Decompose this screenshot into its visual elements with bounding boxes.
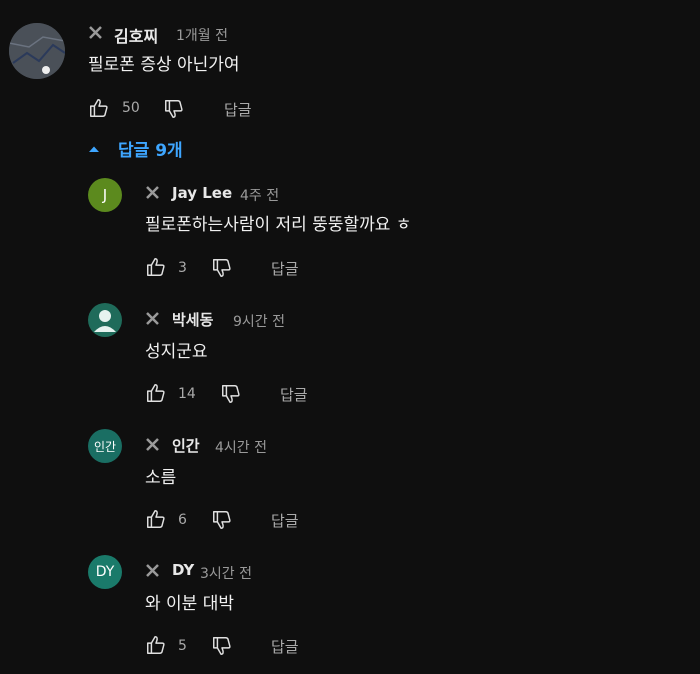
close-icon[interactable] xyxy=(145,437,160,452)
reply-time[interactable]: 4시간 전 xyxy=(215,437,267,457)
avatar[interactable] xyxy=(88,303,122,337)
reply-button[interactable]: 답글 xyxy=(224,99,252,120)
close-icon[interactable] xyxy=(88,25,103,40)
like-count: 14 xyxy=(178,386,196,402)
reply-author[interactable]: DY xyxy=(172,561,194,579)
thumbs-up-icon[interactable] xyxy=(88,97,110,119)
reply-text: 성지군요 xyxy=(145,342,208,362)
thumbs-down-icon[interactable] xyxy=(211,635,233,657)
thumbs-down-icon[interactable] xyxy=(211,257,233,279)
reply-text: 필로폰하는사람이 저리 뚱뚱할까요 ㅎ xyxy=(145,215,412,235)
comment-time[interactable]: 1개월 전 xyxy=(176,25,228,45)
thumbs-up-icon[interactable] xyxy=(145,382,167,404)
like-count: 6 xyxy=(178,512,187,528)
avatar[interactable]: 인간 xyxy=(88,429,122,463)
avatar-initial: 인간 xyxy=(93,439,117,454)
like-count: 3 xyxy=(178,260,187,276)
map-avatar-image xyxy=(9,23,65,79)
thumbs-up-icon[interactable] xyxy=(145,256,167,278)
comment-text: 필로폰 증상 아닌가여 xyxy=(88,55,240,75)
caret-up-icon xyxy=(89,146,99,152)
reply-text: 소름 xyxy=(145,468,177,488)
reply-author[interactable]: Jay Lee xyxy=(172,184,232,202)
thumbs-up-icon[interactable] xyxy=(145,634,167,656)
reply-button[interactable]: 답글 xyxy=(271,636,299,657)
thumbs-up-icon[interactable] xyxy=(145,508,167,530)
avatar[interactable]: J xyxy=(88,178,122,212)
close-icon[interactable] xyxy=(145,185,160,200)
reply-button[interactable]: 답글 xyxy=(271,258,299,279)
thumbs-down-icon[interactable] xyxy=(211,509,233,531)
reply-time[interactable]: 9시간 전 xyxy=(233,311,285,331)
reply-button[interactable]: 답글 xyxy=(280,384,308,405)
comment-author[interactable]: 김호찌 xyxy=(114,23,158,47)
reply-time[interactable]: 3시간 전 xyxy=(200,563,252,583)
thumbs-down-icon[interactable] xyxy=(163,98,185,120)
close-icon[interactable] xyxy=(145,563,160,578)
reply-author[interactable]: 박세동 xyxy=(172,309,213,330)
avatar[interactable] xyxy=(9,23,65,79)
avatar-initial: J xyxy=(102,186,108,204)
avatar-initial: DY xyxy=(95,564,115,580)
reply-time[interactable]: 4주 전 xyxy=(240,185,279,205)
like-count: 5 xyxy=(178,638,187,654)
like-count: 50 xyxy=(122,100,140,116)
person-icon xyxy=(94,310,116,332)
reply-author[interactable]: 인간 xyxy=(172,435,200,456)
replies-toggle[interactable]: 답글 9개 xyxy=(88,136,183,161)
reply-button[interactable]: 답글 xyxy=(271,510,299,531)
thumbs-down-icon[interactable] xyxy=(220,383,242,405)
close-icon[interactable] xyxy=(145,311,160,326)
replies-toggle-label: 답글 9개 xyxy=(118,141,183,161)
reply-text: 와 이분 대박 xyxy=(145,594,235,614)
avatar[interactable]: DY xyxy=(88,555,122,589)
